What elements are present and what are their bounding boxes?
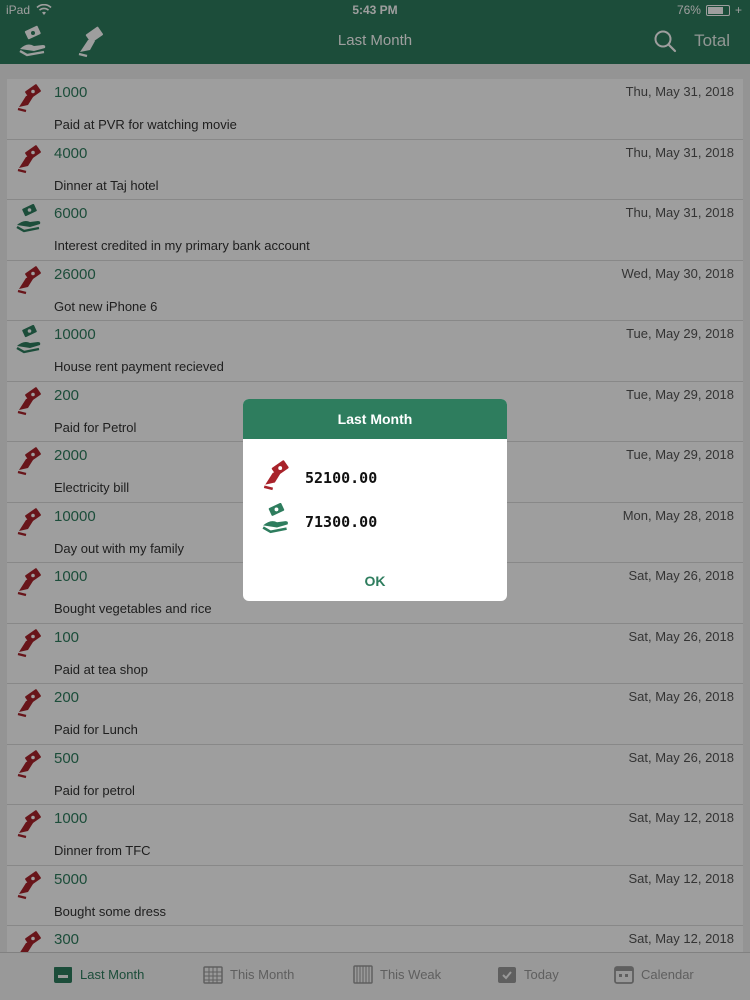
- income-total-value: 71300.00: [305, 512, 378, 531]
- alert-title: Last Month: [243, 399, 507, 439]
- expense-total-value: 52100.00: [305, 468, 378, 487]
- expense-hand-icon: [261, 459, 293, 496]
- income-total-line: 71300.00: [261, 502, 378, 540]
- expense-total-line: 52100.00: [261, 459, 377, 496]
- ok-button[interactable]: OK: [243, 561, 507, 601]
- totals-alert: Last Month 52100.00 71300.00 OK: [243, 399, 507, 601]
- income-hand-icon: [261, 502, 293, 540]
